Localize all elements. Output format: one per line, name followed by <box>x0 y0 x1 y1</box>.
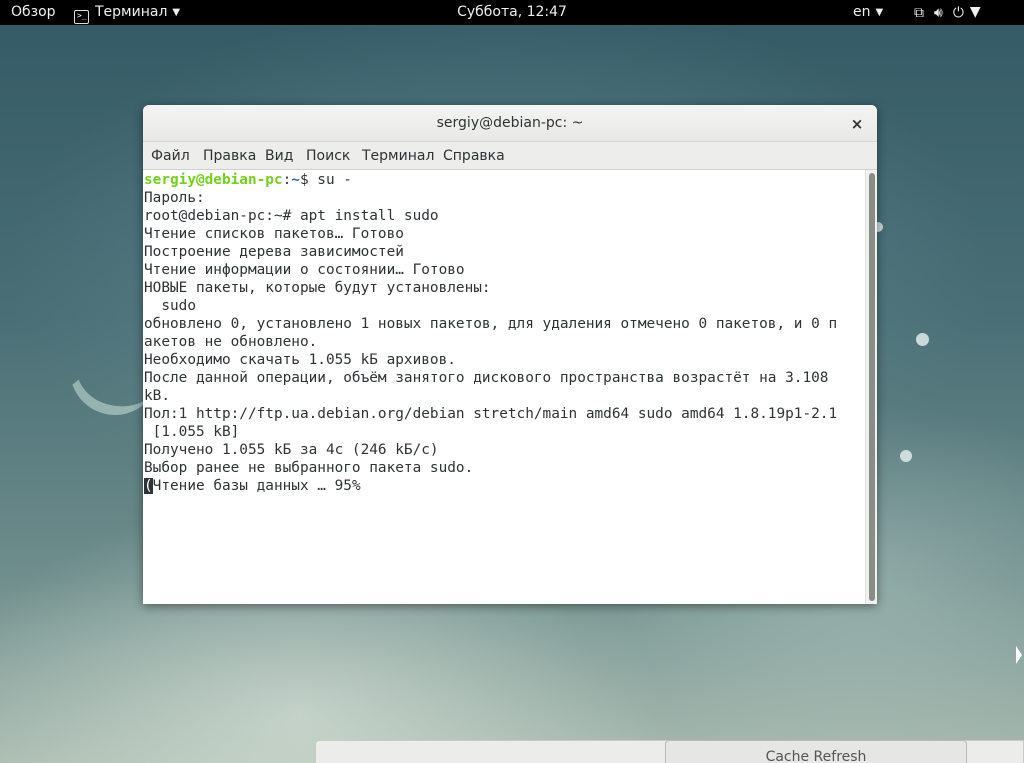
terminal-output[interactable]: sergiy@debian-pc:~$ su - Пароль: root@deb… <box>143 170 865 604</box>
language-menu[interactable]: en ▼ <box>853 0 883 25</box>
scrollbar-thumb[interactable] <box>869 173 875 601</box>
menu-help[interactable]: Справка <box>443 142 505 170</box>
window-titlebar[interactable]: sergiy@debian-pc: ~ × <box>143 105 877 142</box>
terminal-line: (Чтение базы данных … 95% <box>144 477 865 495</box>
volume-icon: 🔊︎ <box>934 5 943 21</box>
menu-view[interactable]: Вид <box>265 142 293 170</box>
chevron-down-icon: ▼ <box>875 7 884 18</box>
terminal-line: Выбор ранее не выбранного пакета sudo. <box>144 460 474 476</box>
language-label: en <box>853 4 871 20</box>
terminal-line: Пол:1 http://ftp.ua.debian.org/debian st… <box>144 406 838 422</box>
prompt-separator: : <box>282 172 292 188</box>
menu-search[interactable]: Поиск <box>306 142 350 170</box>
terminal-line: Получено 1.055 kБ за 4с (246 kБ/с) <box>144 442 439 458</box>
background-dot <box>900 450 912 462</box>
terminal-line: Построение дерева зависимостей <box>144 244 404 260</box>
terminal-window: sergiy@debian-pc: ~ × Файл Правка Вид По… <box>143 105 877 604</box>
terminal-line: sudo <box>144 298 196 314</box>
top-bar: Обзор >_ Терминал ▼ Суббота, 12:47 en ▼ ⧉ 🔊︎… <box>0 0 1024 25</box>
terminal-line: kB. <box>144 388 170 404</box>
terminal-line: Пароль: <box>144 190 205 206</box>
cache-refresh-button[interactable]: Cache Refresh <box>665 740 967 763</box>
terminal-line: Чтение информации о состоянии… Готово <box>144 262 465 278</box>
terminal-prompt-line: sergiy@debian-pc:~$ su - <box>144 171 865 189</box>
background-dot <box>916 333 929 346</box>
terminal-line: НОВЫЕ пакеты, которые будут установлены: <box>144 280 491 296</box>
text-cursor: ( <box>144 478 153 494</box>
window-title: sergiy@debian-pc: ~ <box>436 115 584 131</box>
terminal-line: Необходимо скачать 1.055 kБ архивов. <box>144 352 456 368</box>
menu-bar: Файл Правка Вид Поиск Терминал Справка <box>143 142 877 170</box>
menu-file[interactable]: Файл <box>151 142 190 170</box>
terminal-line-text: Чтение базы данных … 95% <box>152 478 361 494</box>
terminal-line: [1.055 kB] <box>144 424 240 440</box>
menu-terminal[interactable]: Терминал <box>362 142 434 170</box>
terminal-line: обновлено 0, установлено 1 новых пакетов… <box>144 316 838 332</box>
prompt-command: $ su - <box>299 172 352 188</box>
chevron-down-icon: ▼ <box>969 4 981 20</box>
mouse-pointer <box>1016 646 1022 664</box>
network-icon: ⧉ <box>914 5 924 21</box>
terminal-line: акетов не обновлено. <box>144 334 318 350</box>
system-menu[interactable]: ⧉ 🔊︎ ⏻ ▼ <box>914 0 991 25</box>
menu-edit[interactable]: Правка <box>203 142 256 170</box>
power-icon: ⏻ <box>952 5 964 21</box>
prompt-user: sergiy@debian-pc <box>144 172 283 188</box>
terminal-line: root@debian-pc:~# apt install sudo <box>144 208 439 224</box>
terminal-line: Чтение списков пакетов… Готово <box>144 226 404 242</box>
close-button[interactable]: × <box>847 114 867 134</box>
terminal-line: После данной операции, объём занятого ди… <box>144 370 829 386</box>
terminal-scrollbar[interactable] <box>865 170 877 604</box>
prompt-directory: ~ <box>291 172 300 188</box>
